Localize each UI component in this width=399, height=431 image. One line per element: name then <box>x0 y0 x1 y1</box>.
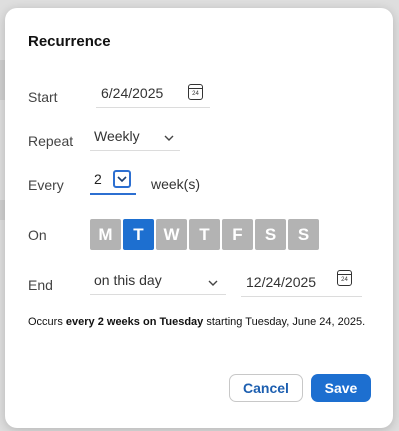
repeat-dropdown[interactable]: Weekly <box>90 124 180 151</box>
start-date-value: 6/24/2025 <box>101 85 164 101</box>
every-label: Every <box>28 177 64 193</box>
day-toggle-saturday[interactable]: S <box>255 219 286 250</box>
chevron-down-icon <box>208 280 218 286</box>
end-calendar-icon[interactable]: 24 <box>337 270 352 286</box>
end-date-value: 12/24/2025 <box>246 274 317 290</box>
cancel-button[interactable]: Cancel <box>229 374 303 402</box>
summary-prefix: Occurs <box>28 316 66 328</box>
end-calendar-day: 24 <box>341 277 348 283</box>
recurrence-summary: Occurs every 2 weeks on Tuesday starting… <box>28 315 368 330</box>
summary-bold: every 2 weeks on Tuesday <box>65 316 204 328</box>
weekday-picker: M T W T F S S <box>90 219 319 250</box>
every-unit: week(s) <box>151 176 201 192</box>
repeat-label: Repeat <box>28 133 74 149</box>
recurrence-dialog: Recurrence Start 6/24/2025 24 Repeat Wee… <box>5 8 393 428</box>
chevron-down-icon <box>164 135 174 141</box>
end-mode-dropdown[interactable]: on this day <box>90 268 226 295</box>
end-label: End <box>28 277 53 293</box>
day-toggle-thursday[interactable]: T <box>189 219 220 250</box>
start-calendar-day: 24 <box>192 91 199 97</box>
summary-suffix: starting Tuesday, June 24, 2025. <box>203 316 366 328</box>
start-calendar-icon[interactable]: 24 <box>188 84 203 100</box>
repeat-value: Weekly <box>94 128 140 144</box>
dialog-title: Recurrence <box>28 33 111 50</box>
on-label: On <box>28 227 47 243</box>
end-mode-value: on this day <box>94 272 162 288</box>
save-button[interactable]: Save <box>311 374 371 402</box>
day-toggle-wednesday[interactable]: W <box>156 219 187 250</box>
chevron-down-icon <box>117 176 127 183</box>
day-toggle-tuesday[interactable]: T <box>123 219 154 250</box>
day-toggle-sunday[interactable]: S <box>288 219 319 250</box>
day-toggle-friday[interactable]: F <box>222 219 253 250</box>
every-value: 2 <box>94 171 102 187</box>
day-toggle-monday[interactable]: M <box>90 219 121 250</box>
start-label: Start <box>28 89 58 105</box>
every-dropdown-button[interactable] <box>113 170 131 188</box>
every-stepper[interactable]: 2 <box>90 168 136 195</box>
